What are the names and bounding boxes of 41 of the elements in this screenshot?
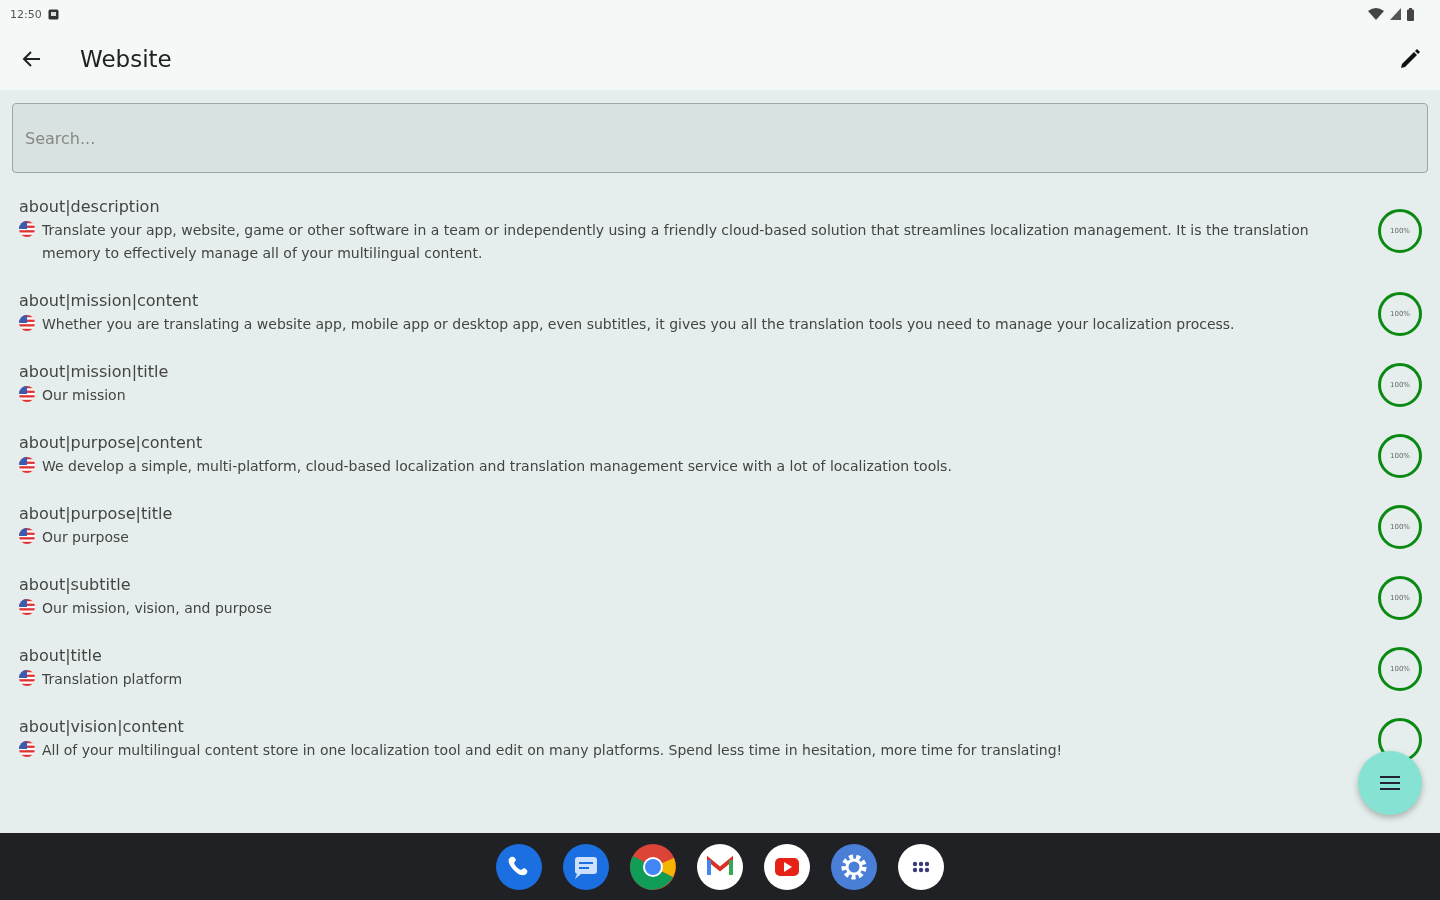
video-app-icon[interactable] [764, 843, 810, 890]
flag-icon [19, 315, 35, 331]
battery-icon [1407, 7, 1414, 21]
phone-app-icon[interactable] [496, 843, 542, 890]
string-key[interactable]: about|purpose|content [19, 433, 1350, 453]
string-key[interactable]: about|vision|content [19, 717, 1350, 737]
mail-app-icon[interactable] [697, 843, 743, 890]
translation-text: All of your multilingual content store in one localization tool and edit on many platforms. Spend less time in hesitation, more time for translating! [42, 741, 1063, 760]
translation-text: Translate your app, website, game or other software in a team or independently using a friendly cloud-based solution that streamlines localization management. It is the translation memory to effectively manage all of your multilingual content. [42, 221, 1310, 263]
translation-text: Our purpose [42, 528, 129, 547]
flag-icon [19, 386, 35, 402]
signal-icon [1390, 8, 1401, 20]
flag-icon [19, 221, 35, 237]
menu-icon [1380, 776, 1400, 790]
status-time: 12:50 [10, 7, 42, 21]
app-bar-title: Website [80, 46, 173, 72]
flag-icon [19, 670, 35, 686]
string-key[interactable]: about|mission|content [19, 291, 1350, 311]
translation-text: Whether you are translating a website app, mobile app or desktop app, even subtitles, it gives you all the translation tools you need to manage your localization process. [42, 315, 1235, 334]
flag-icon [19, 528, 35, 544]
flag-icon [19, 457, 35, 473]
wifi-icon [1368, 8, 1384, 20]
string-key[interactable]: about|description [19, 197, 1350, 217]
settings-app-icon[interactable] [831, 843, 877, 890]
app-drawer-icon[interactable] [898, 843, 944, 890]
menu-fab[interactable] [1358, 751, 1422, 815]
search-field[interactable]: Search... [12, 103, 1428, 173]
string-key[interactable]: about|purpose|title [19, 504, 1350, 524]
string-key[interactable]: about|title [19, 646, 1350, 666]
notification-icon [47, 8, 59, 20]
flag-icon [19, 741, 35, 757]
pencil-icon[interactable] [1398, 47, 1422, 71]
string-key[interactable]: about|subtitle [19, 575, 1350, 595]
string-key[interactable]: about|mission|title [19, 362, 1350, 382]
translation-text: Translation platform [42, 670, 183, 689]
browser-app-icon[interactable] [630, 843, 676, 890]
messages-app-icon[interactable] [563, 843, 609, 890]
translation-text: We develop a simple, multi-platform, cloud-based localization and translation management service with a lot of localization tools. [42, 457, 952, 476]
translation-text: Our mission, vision, and purpose [42, 599, 272, 618]
translation-text: Our mission [42, 386, 126, 405]
flag-icon [19, 599, 35, 615]
